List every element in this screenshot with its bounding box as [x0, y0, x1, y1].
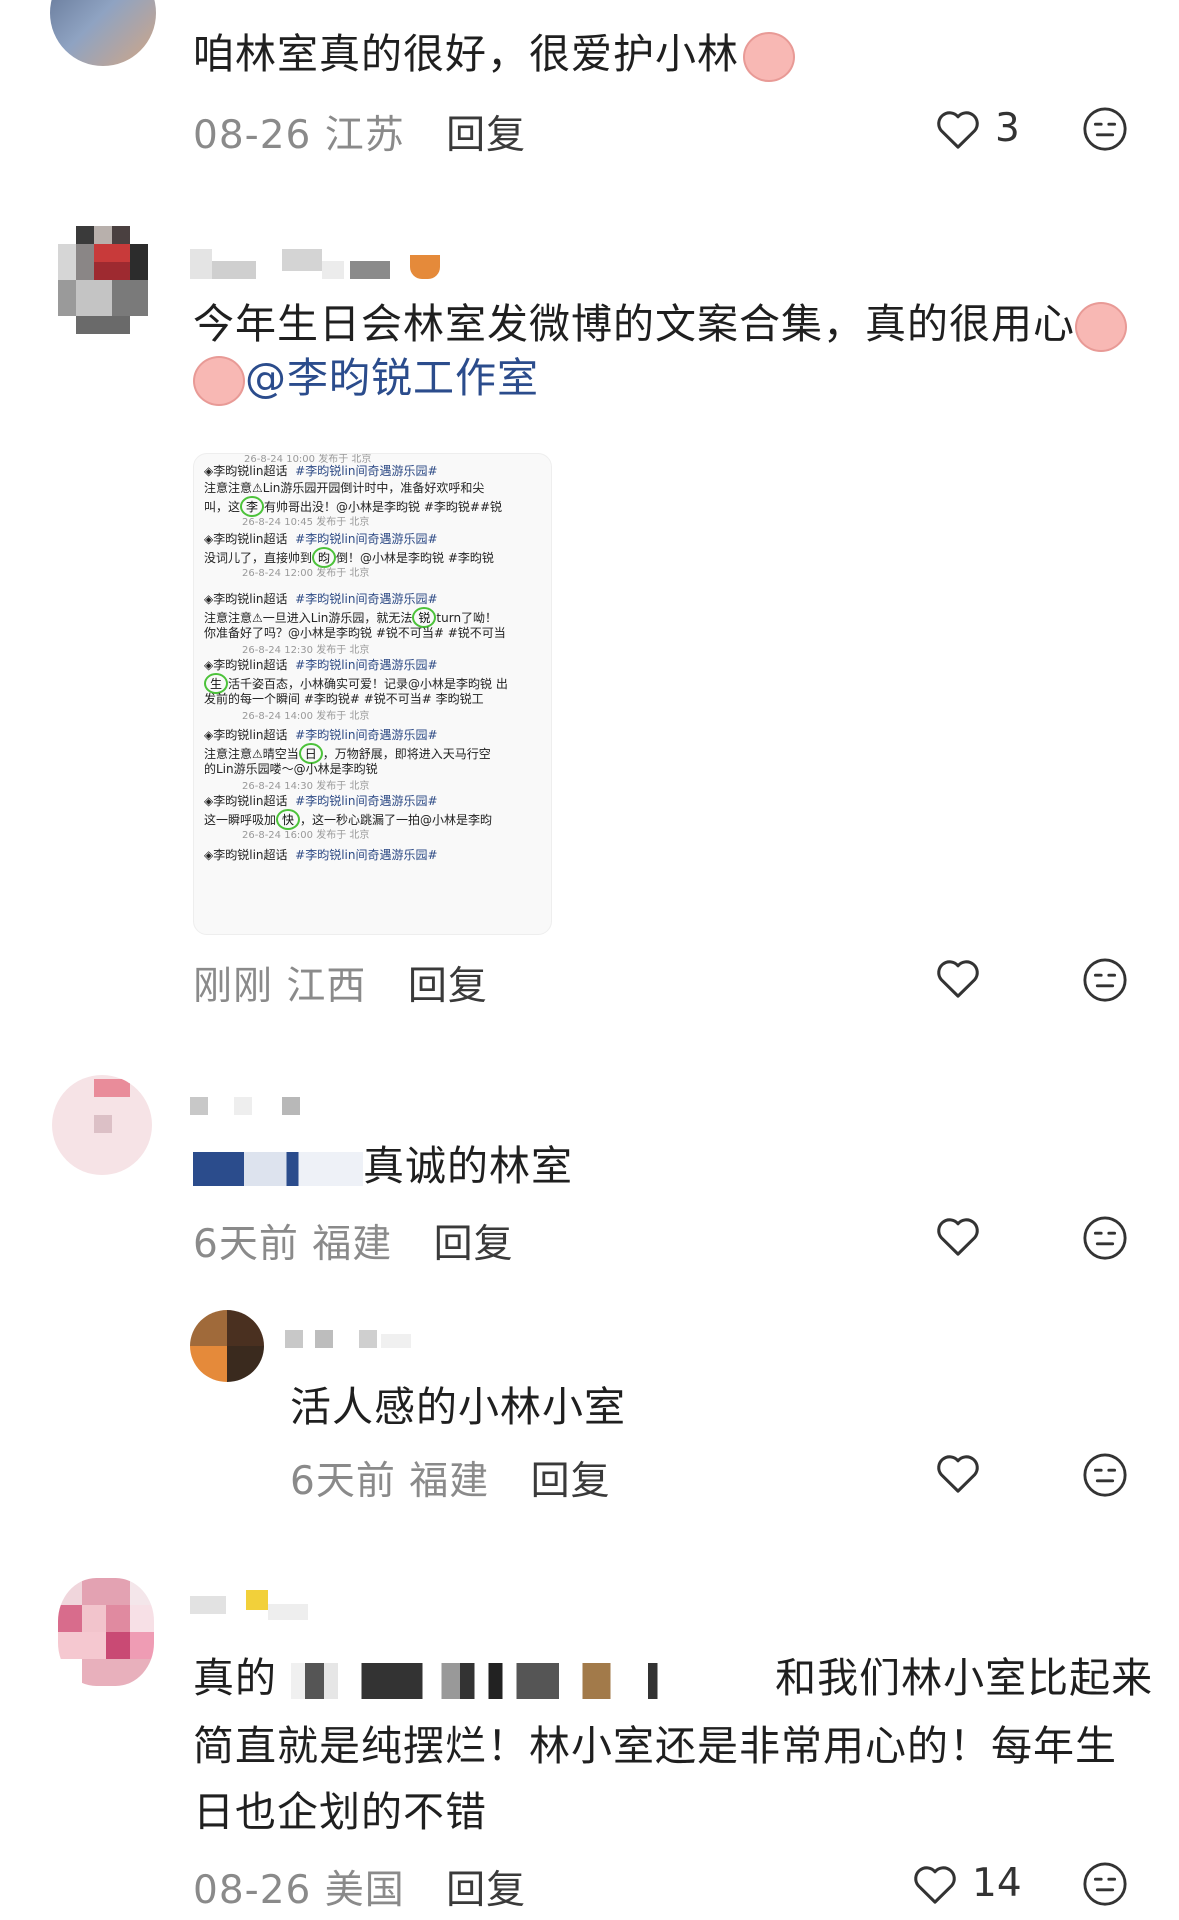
username-redacted[interactable] [190, 1590, 340, 1626]
username-redacted[interactable] [190, 245, 460, 279]
comment-location: 江苏 [324, 113, 405, 158]
comment-image[interactable]: 26-8-24 10:00 发布于 北京 ◈李昀锐lin超话 #李昀锐lin间奇… [193, 453, 552, 935]
comment-meta: 刚刚 江西 回复 [193, 955, 488, 1011]
comment-date: 08-26 [193, 1868, 312, 1913]
heart-outline-icon [935, 957, 981, 999]
comment-location: 美国 [324, 1868, 405, 1913]
comment-date: 08-26 [193, 113, 312, 158]
weibo-post-source: ◈李昀锐lin超话 #李昀锐lin间奇遇游乐园# [204, 532, 438, 546]
comment-date: 6天前 [193, 1222, 299, 1267]
mention-link[interactable]: @李昀锐工作室 [245, 354, 539, 402]
avatar[interactable] [58, 226, 150, 338]
comment-text-line-3: 日也企划的不错 [193, 1788, 487, 1836]
username-redacted[interactable] [285, 1330, 425, 1352]
comment-location: 江西 [286, 964, 367, 1009]
meh-face-icon[interactable] [1082, 1215, 1128, 1261]
like-button[interactable] [935, 1452, 981, 1494]
heart-outline-icon [935, 1452, 981, 1494]
weibo-post-source: ◈李昀锐lin超话 #李昀锐lin间奇遇游乐园# [204, 592, 438, 606]
redacted-content [291, 1663, 762, 1699]
avatar[interactable] [58, 1578, 154, 1686]
comment-meta: 6天前 福建 回复 [290, 1450, 611, 1506]
weibo-post-source: ◈李昀锐lin超话 #李昀锐lin间奇遇游乐园# [204, 658, 438, 672]
meh-face-icon[interactable] [1082, 957, 1128, 1003]
reply-button[interactable]: 回复 [446, 113, 526, 158]
reply-button[interactable]: 回复 [531, 1459, 611, 1504]
comment-meta: 08-26 美国 回复 [193, 1859, 526, 1915]
heart-outline-icon [935, 108, 981, 150]
weibo-post-source: ◈李昀锐lin超话 #李昀锐lin间奇遇游乐园# [204, 728, 438, 742]
comment-text: 今年生日会林室发微博的文案合集，真的很用心 @李昀锐工作室 [193, 298, 1153, 406]
weibo-post-source: ◈李昀锐lin超话 #李昀锐lin间奇遇游乐园# [204, 794, 438, 808]
meh-face-icon[interactable] [1082, 106, 1128, 152]
like-count: 14 [972, 1861, 1022, 1906]
comment-location: 福建 [409, 1459, 490, 1504]
heart-outline-icon [935, 1215, 981, 1257]
weibo-post-text: 发前的每一个瞬间 #李昀锐# #锐不可当# 李昀锐工 [204, 692, 484, 706]
weibo-post-text: 的Lin游乐园喽～@小林是李昀锐 [204, 762, 378, 776]
weibo-post-meta: 26-8-24 14:30 发布于 北京 [242, 781, 370, 792]
reply-button[interactable]: 回复 [408, 964, 488, 1009]
mention-redacted[interactable] [193, 1152, 363, 1186]
weibo-post-meta: 26-8-24 10:45 发布于 北京 [242, 517, 370, 528]
weibo-post-meta: 26-8-24 12:30 发布于 北京 [242, 645, 370, 656]
like-button[interactable]: 14 [912, 1861, 1022, 1906]
piglet-emoji-icon [743, 32, 795, 82]
comment-meta: 08-26 江苏 回复 [193, 104, 526, 160]
reply-button[interactable]: 回复 [434, 1222, 514, 1267]
weibo-post-text: 你准备好了吗？@小林是李昀锐 #锐不可当# #锐不可当 [204, 626, 506, 640]
comment-text: 活人感的小林小室 [290, 1383, 626, 1431]
avatar[interactable] [52, 1075, 152, 1175]
piglet-emoji-icon [1075, 302, 1127, 352]
username-redacted[interactable] [190, 1097, 330, 1119]
weibo-post-text: 注意注意⚠Lin游乐园开园倒计时中，准备好欢呼和尖 [204, 481, 485, 495]
comment-meta: 6天前 福建 回复 [193, 1213, 514, 1269]
comment-date: 刚刚 [193, 964, 274, 1009]
reply-button[interactable]: 回复 [446, 1868, 526, 1913]
comment-text-line-2: 简直就是纯摆烂！林小室还是非常用心的！每年生 [193, 1722, 1117, 1770]
weibo-post-source: ◈李昀锐lin超话 #李昀锐lin间奇遇游乐园# [204, 464, 438, 478]
weibo-post-source: ◈李昀锐lin超话 #李昀锐lin间奇遇游乐园# [204, 848, 438, 862]
comment-location: 福建 [312, 1222, 393, 1267]
weibo-post-meta: 26-8-24 14:00 发布于 北京 [242, 711, 370, 722]
comment-text: 咱林室真的很好，很爱护小林 [193, 28, 795, 82]
like-count: 3 [995, 106, 1020, 151]
like-button[interactable] [935, 1215, 981, 1257]
comment-date: 6天前 [290, 1459, 396, 1504]
comment-text: 真诚的林室 [193, 1140, 573, 1193]
piglet-emoji-icon [193, 356, 245, 406]
weibo-post-meta: 26-8-24 16:00 发布于 北京 [242, 830, 370, 841]
meh-face-icon[interactable] [1082, 1452, 1128, 1498]
avatar[interactable] [190, 1310, 264, 1382]
heart-outline-icon [912, 1863, 958, 1905]
like-button[interactable] [935, 957, 981, 999]
comment-text-line-1: 真的 和我们林小室比起来 [193, 1654, 1154, 1702]
like-button[interactable]: 3 [935, 106, 1020, 151]
weibo-post-meta: 26-8-24 12:00 发布于 北京 [242, 568, 370, 579]
meh-face-icon[interactable] [1082, 1861, 1128, 1907]
avatar[interactable] [50, 0, 156, 66]
